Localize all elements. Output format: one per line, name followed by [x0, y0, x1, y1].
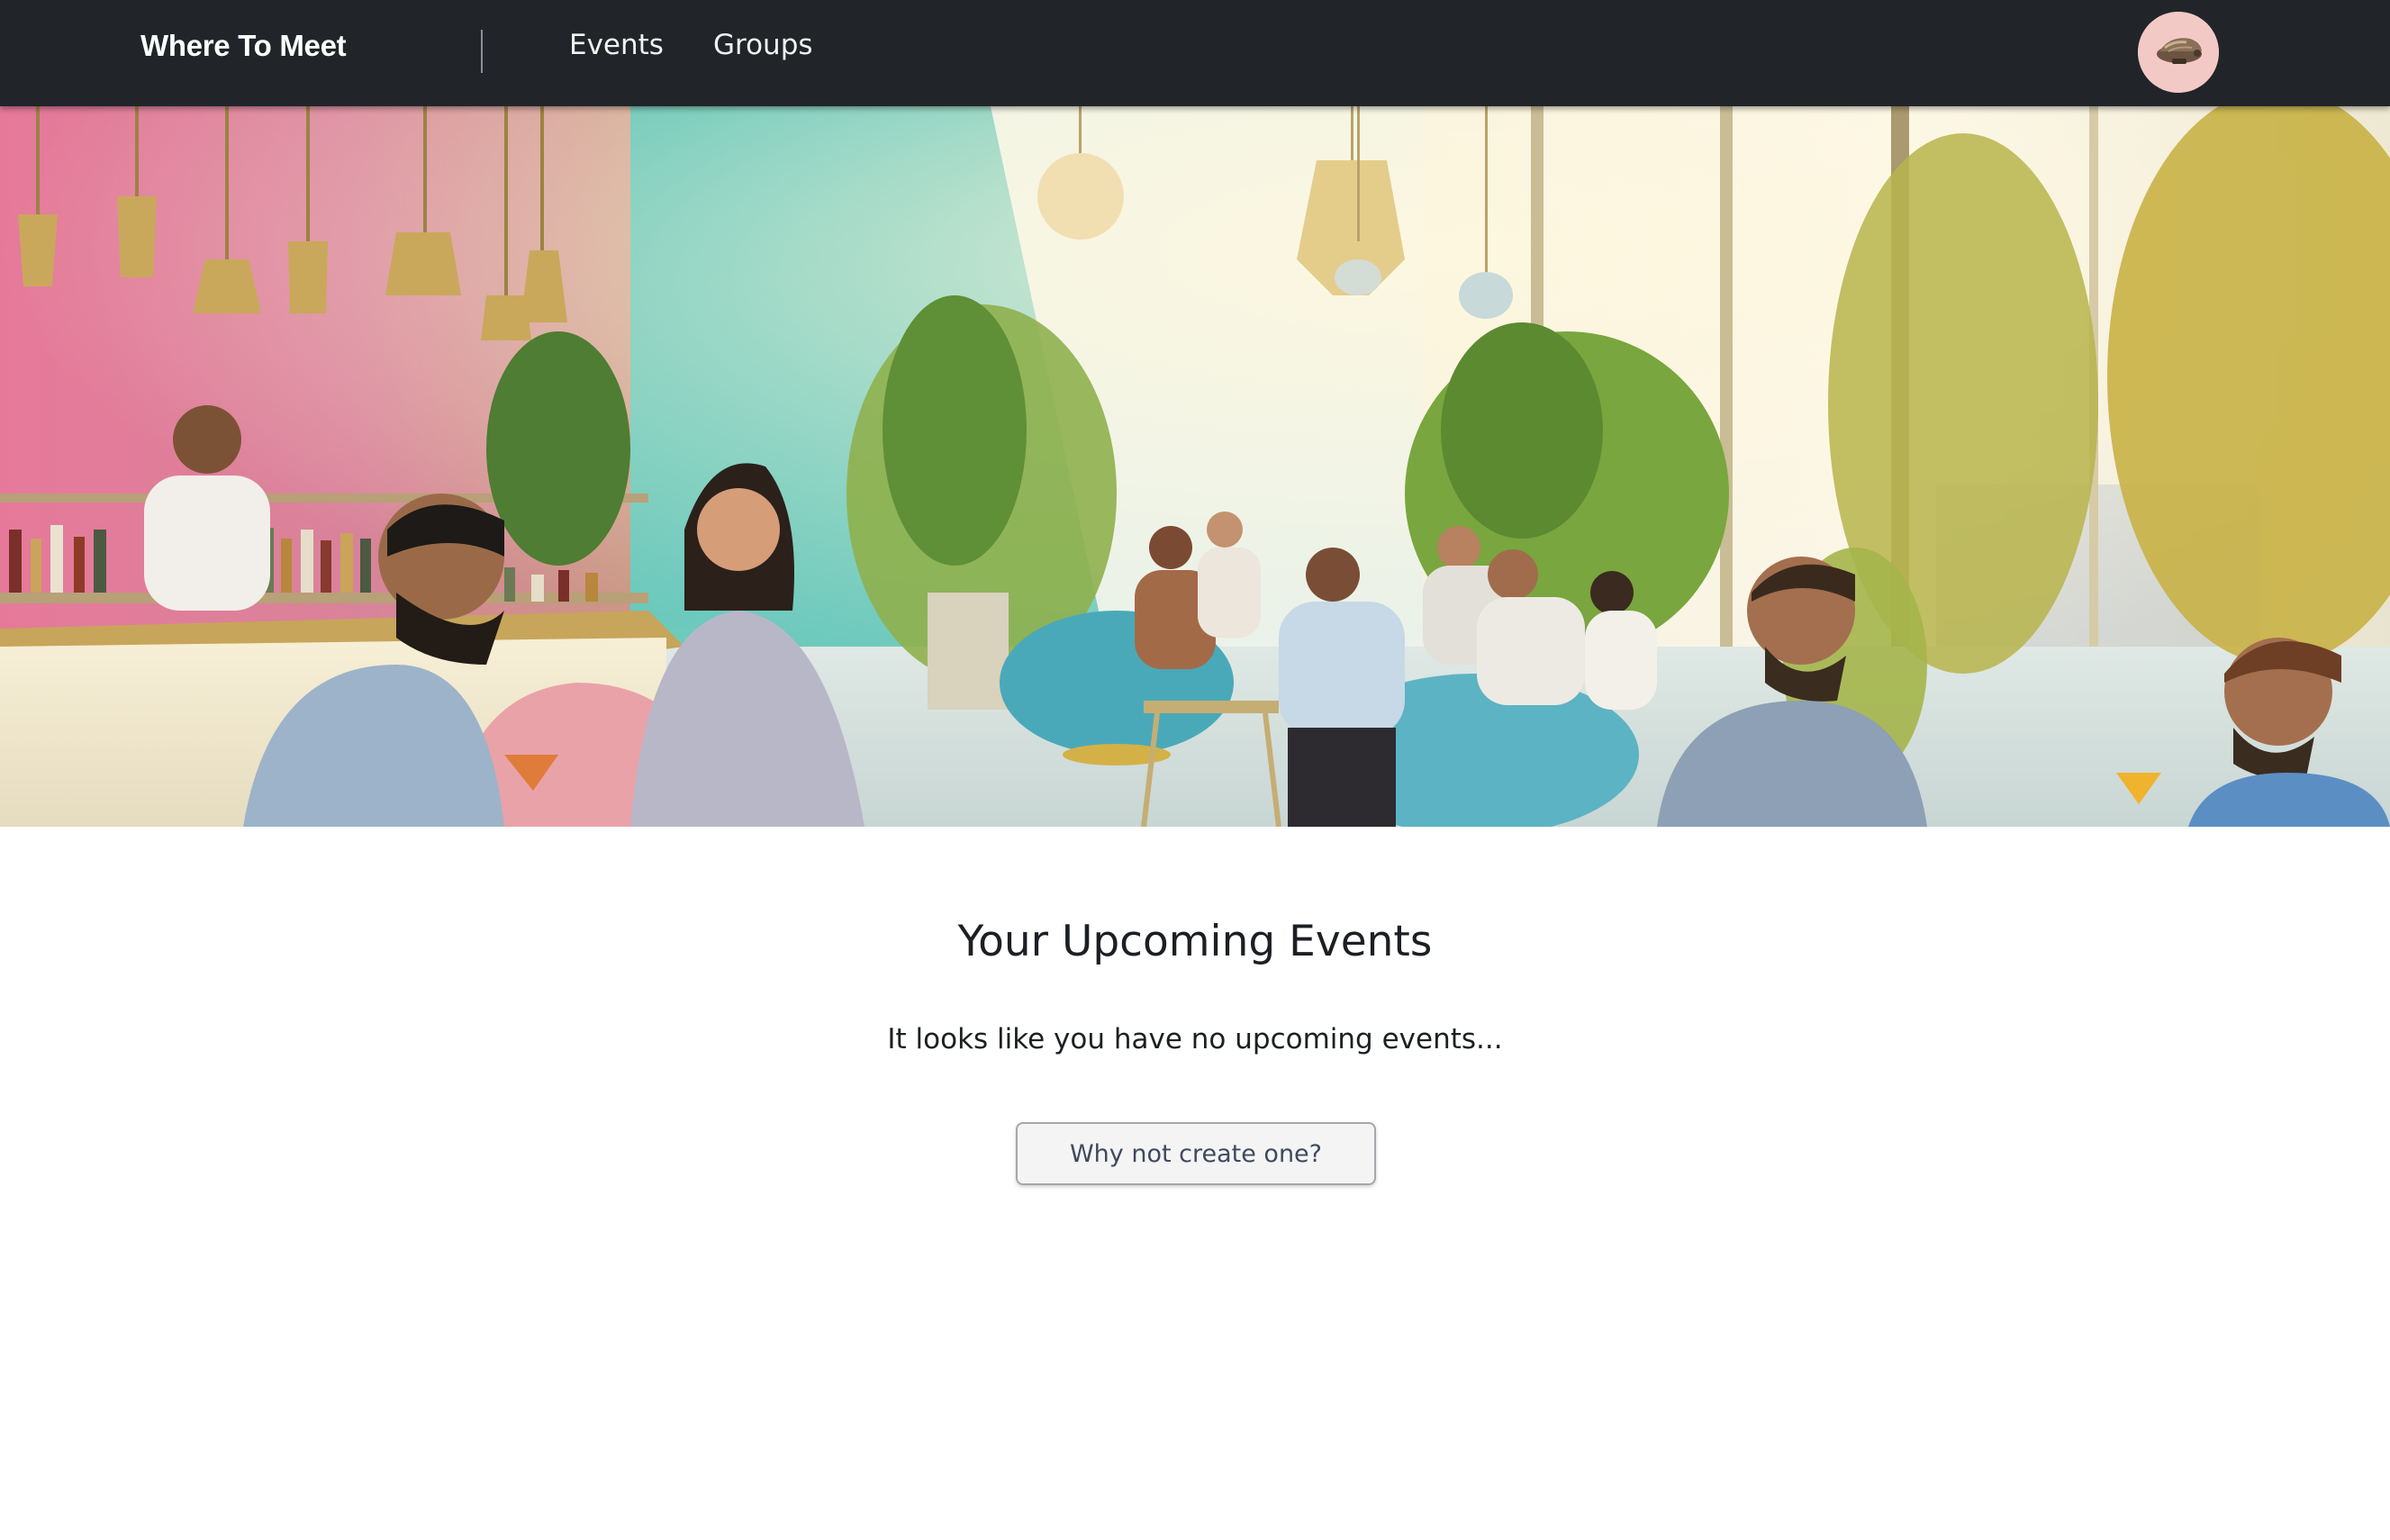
top-navbar: Where To Meet Events Groups	[0, 0, 2390, 106]
create-event-button[interactable]: Why not create one?	[1016, 1122, 1376, 1185]
page-title: Your Upcoming Events	[957, 917, 1433, 966]
hero-banner	[0, 106, 2390, 827]
nav-divider	[481, 30, 483, 73]
brand-logo-link[interactable]: Where To Meet	[140, 29, 347, 63]
nav-link-groups[interactable]: Groups	[713, 29, 813, 61]
user-avatar-button[interactable]	[2138, 12, 2219, 93]
empty-state-message: It looks like you have no upcoming event…	[887, 1023, 1503, 1055]
user-avatar-icon	[2138, 12, 2219, 93]
upcoming-events-section: Your Upcoming Events It looks like you h…	[0, 827, 2390, 1540]
lounge-scene-illustration	[0, 106, 2390, 827]
nav-link-events[interactable]: Events	[569, 29, 664, 61]
